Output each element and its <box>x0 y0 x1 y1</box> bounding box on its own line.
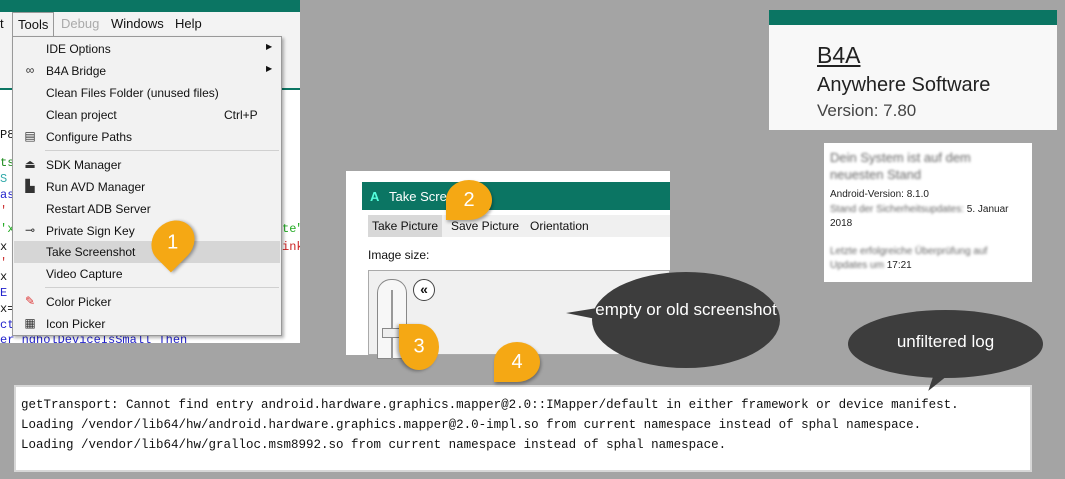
log-line: Loading /vendor/lib64/hw/gralloc.msm8992… <box>21 438 727 452</box>
window-titlebar: A Take Screens <box>362 182 670 210</box>
menu-item-run-avd-manager[interactable]: ▙ Run AVD Manager <box>14 176 280 198</box>
label: Color Picker <box>46 295 112 309</box>
android-update-card: Dein System ist auf dem neuesten Stand A… <box>824 143 1032 282</box>
code-fragment: x <box>0 270 8 284</box>
shortcut: Ctrl+P <box>224 108 258 122</box>
menu-item-color-picker[interactable]: ✎ Color Picker <box>14 291 280 313</box>
menu-item-configure-paths[interactable]: ▤ Configure Paths <box>14 126 280 148</box>
label: SDK Manager <box>46 158 122 172</box>
last-check-time: 17:21 <box>886 260 912 271</box>
marker-number: 3 <box>413 336 425 358</box>
label: Clean project <box>46 108 117 122</box>
step-marker-3: 3 <box>399 324 439 370</box>
menu-tools[interactable]: Tools <box>12 12 55 36</box>
color-picker-icon: ✎ <box>24 294 36 308</box>
key-icon: ⊸ <box>24 223 36 237</box>
menu-item-sdk-manager[interactable]: ⏏ SDK Manager <box>14 154 280 176</box>
menu-item-b4a-bridge[interactable]: ∞ B4A Bridge ▶ <box>14 60 280 82</box>
callout-log: unfiltered log <box>848 310 1043 378</box>
callout-screenshot: empty or old screenshot <box>592 272 780 368</box>
menu-partial[interactable]: t <box>0 16 4 31</box>
label: B4A Bridge <box>46 64 107 78</box>
label: Private Sign Key <box>46 224 135 238</box>
log-line: getTransport: Cannot find entry android.… <box>21 398 959 412</box>
image-size-label: Image size: <box>368 248 430 262</box>
tools-menu: IDE Options ▶ ∞ B4A Bridge ▶ Clean Files Fo… <box>12 36 282 336</box>
step-marker-2: 2 <box>446 180 492 220</box>
step-marker-4: 4 <box>494 342 540 382</box>
submenu-arrow-icon: ▶ <box>266 42 273 51</box>
label: Icon Picker <box>46 317 106 331</box>
android-version: Android-Version: 8.1.0 <box>830 189 929 200</box>
marker-number: 2 <box>463 189 475 211</box>
orientation-button[interactable]: Orientation <box>530 219 589 233</box>
code-fragment: ' <box>0 256 8 270</box>
menu-help[interactable]: Help <box>175 16 202 31</box>
submenu-arrow-icon: ▶ <box>266 64 273 73</box>
label: Run AVD Manager <box>46 180 146 194</box>
label: Restart ADB Server <box>46 202 151 216</box>
label: Configure Paths <box>46 130 133 144</box>
label: IDE Options <box>46 42 111 56</box>
label: Video Capture <box>46 267 123 281</box>
ide-window: t Tools Debug Windows Help P8 ts S as ' … <box>0 0 300 343</box>
code-fragment: ' <box>0 204 8 218</box>
menu-separator <box>45 287 279 288</box>
about-panel: B4A Anywhere Software Version: 7.80 <box>769 10 1057 130</box>
update-heading: Dein System ist auf dem neuesten Stand <box>830 150 971 182</box>
sdk-icon: ⏏ <box>24 157 36 171</box>
link-icon: ∞ <box>25 63 35 77</box>
save-picture-button[interactable]: Save Picture <box>451 219 519 233</box>
log-line: Loading /vendor/lib64/hw/android.hardwar… <box>21 418 922 432</box>
code-fragment: E <box>0 286 8 300</box>
log-panel[interactable]: getTransport: Cannot find entry android.… <box>14 385 1032 472</box>
menu-windows[interactable]: Windows <box>111 16 164 31</box>
menu-item-take-screenshot[interactable]: Take Screenshot <box>14 241 280 263</box>
marker-number: 4 <box>511 351 523 373</box>
menu-item-private-sign-key[interactable]: ⊸ Private Sign Key <box>14 220 280 242</box>
collapse-button[interactable]: « <box>413 279 435 301</box>
screenshot-menubar: Take Picture Save Picture Orientation <box>368 215 670 237</box>
menu-item-restart-adb[interactable]: Restart ADB Server <box>14 198 280 220</box>
code-fragment: x <box>0 240 8 254</box>
code-fragment: te" <box>282 222 300 236</box>
paths-icon: ▤ <box>24 129 36 143</box>
icon-picker-icon: ▦ <box>24 316 36 330</box>
menu-item-video-capture[interactable]: Video Capture <box>14 263 280 285</box>
callout-text: empty or old screenshot <box>595 300 777 319</box>
code-fragment: ink <box>282 240 300 254</box>
ide-menubar: t Tools Debug Windows Help <box>0 12 300 36</box>
menu-item-clean-project[interactable]: Clean project Ctrl+P <box>14 104 280 126</box>
take-picture-button[interactable]: Take Picture <box>368 215 443 237</box>
menu-item-clean-files-folder[interactable]: Clean Files Folder (unused files) <box>14 82 280 104</box>
product-name[interactable]: B4A <box>817 42 860 69</box>
marker-number: 1 <box>167 231 179 253</box>
menu-item-icon-picker[interactable]: ▦ Icon Picker <box>14 313 280 335</box>
company-name: Anywhere Software <box>817 74 991 96</box>
label: Clean Files Folder (unused files) <box>46 86 219 100</box>
menu-item-ide-options[interactable]: IDE Options ▶ <box>14 38 280 60</box>
b4a-logo-icon: A <box>370 189 380 204</box>
version-label: Version: 7.80 <box>817 101 917 120</box>
menu-separator <box>45 150 279 151</box>
code-fragment: S <box>0 172 8 186</box>
menu-debug[interactable]: Debug <box>61 16 99 31</box>
avd-icon: ▙ <box>25 179 35 193</box>
patch-label: Stand der Sicherheitsupdates: <box>830 204 964 215</box>
ide-titlebar <box>0 0 300 12</box>
callout-text: unfiltered log <box>896 332 995 351</box>
label: Take Screenshot <box>46 245 136 259</box>
